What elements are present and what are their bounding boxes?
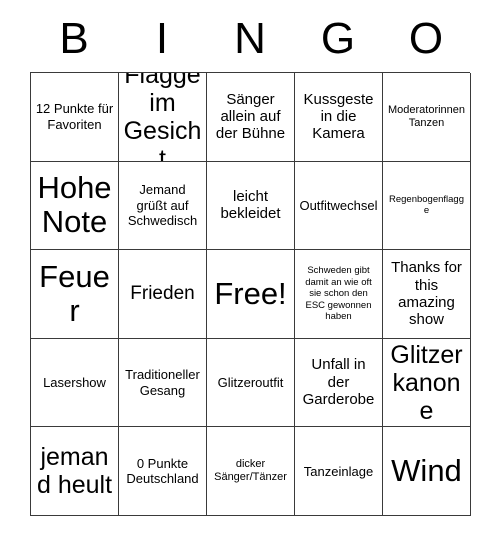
bingo-cell[interactable]: Free! [207, 250, 295, 339]
bingo-cell[interactable]: Outfitwechsel [295, 161, 383, 251]
bingo-header-letter: I [155, 14, 169, 63]
bingo-cell[interactable]: 0 Punkte Deutschland [119, 427, 207, 516]
bingo-cell[interactable]: Hohe Note [31, 161, 119, 251]
bingo-cell-label: Thanks for this amazing show [391, 259, 462, 329]
bingo-cell-label: Sänger allein auf der Bühne [215, 90, 286, 143]
bingo-card: B I N G O 12 Punkte für Favoriten Flagge im G… [30, 8, 471, 516]
bingo-cell[interactable]: Glitzer kanone [383, 338, 471, 428]
bingo-cell-label: Unfall in der Garderobe [302, 356, 375, 409]
bingo-cell[interactable]: Feuer [31, 250, 119, 339]
bingo-cell-label: 0 Punkte Deutschland [126, 455, 199, 487]
bingo-cell-label: jemand heult [36, 443, 113, 500]
bingo-cell[interactable]: Moderatorinnen Tanzen [383, 73, 471, 162]
bingo-cell-label: Glitzer kanone [390, 340, 463, 425]
bingo-cell[interactable]: Sänger allein auf der Bühne [207, 73, 295, 162]
bingo-cell[interactable]: Thanks for this amazing show [383, 250, 471, 339]
bingo-cell-label: Hohe Note [37, 170, 112, 240]
bingo-cell[interactable]: 12 Punkte für Favoriten [31, 73, 119, 162]
bingo-grid: 12 Punkte für Favoriten Flagge im Gesicht… [30, 72, 471, 516]
bingo-cell[interactable]: Regenbogenflagge [383, 161, 471, 251]
bingo-cell-label: Frieden [130, 283, 195, 305]
bingo-header-letter: O [408, 14, 444, 63]
bingo-cell-label: leicht bekleidet [220, 188, 281, 223]
bingo-cell-label: Outfitwechsel [299, 197, 378, 213]
bingo-header-letter: B [59, 14, 89, 63]
bingo-cell-label: Flagge im Gesicht [123, 73, 202, 162]
bingo-cell-label: Feuer [39, 258, 110, 328]
bingo-cell[interactable]: Traditioneller Gesang [119, 338, 207, 428]
bingo-cell-label: 12 Punkte für Favoriten [35, 101, 114, 132]
bingo-cell-label: Tanzeinlage [303, 463, 374, 479]
bingo-cell[interactable]: Flagge im Gesicht [119, 73, 207, 162]
bingo-cell[interactable]: jemand heult [31, 427, 119, 516]
bingo-cell-label: Regenbogenflagge [388, 193, 464, 217]
bingo-header-letter: G [320, 14, 356, 63]
bingo-cell[interactable]: Tanzeinlage [295, 427, 383, 516]
bingo-cell[interactable]: leicht bekleidet [207, 161, 295, 251]
bingo-cell-label: Lasershow [43, 374, 106, 390]
bingo-cell-label: Jemand grüßt auf Schwedisch [127, 182, 198, 229]
bingo-cell[interactable]: Frieden [119, 250, 207, 339]
bingo-cell[interactable]: Schweden gibt damit an wie oft sie schon… [295, 250, 383, 339]
bingo-cell-label: Free! [214, 275, 287, 311]
bingo-cell-label: Wind [391, 453, 462, 489]
bingo-cell[interactable]: Glitzeroutfit [207, 338, 295, 428]
bingo-cell[interactable]: dicker Sänger/Tänzer [207, 427, 295, 516]
bingo-header-row: BINGO [30, 8, 470, 72]
bingo-cell-label: Moderatorinnen Tanzen [387, 103, 466, 129]
bingo-cell[interactable]: Jemand grüßt auf Schwedisch [119, 161, 207, 251]
bingo-cell[interactable]: Wind [383, 427, 471, 516]
bingo-cell-label: Kussgeste in die Kamera [303, 90, 374, 143]
bingo-cell[interactable]: Unfall in der Garderobe [295, 338, 383, 428]
bingo-cell-label: Glitzeroutfit [217, 374, 284, 390]
bingo-header-letter: N [234, 14, 266, 63]
bingo-cell[interactable]: Lasershow [31, 338, 119, 428]
bingo-cell-label: dicker Sänger/Tänzer [214, 457, 287, 484]
bingo-cell-label: Schweden gibt damit an wie oft sie schon… [305, 265, 372, 323]
bingo-cell[interactable]: Kussgeste in die Kamera [295, 73, 383, 162]
bingo-cell-label: Traditioneller Gesang [125, 367, 200, 398]
